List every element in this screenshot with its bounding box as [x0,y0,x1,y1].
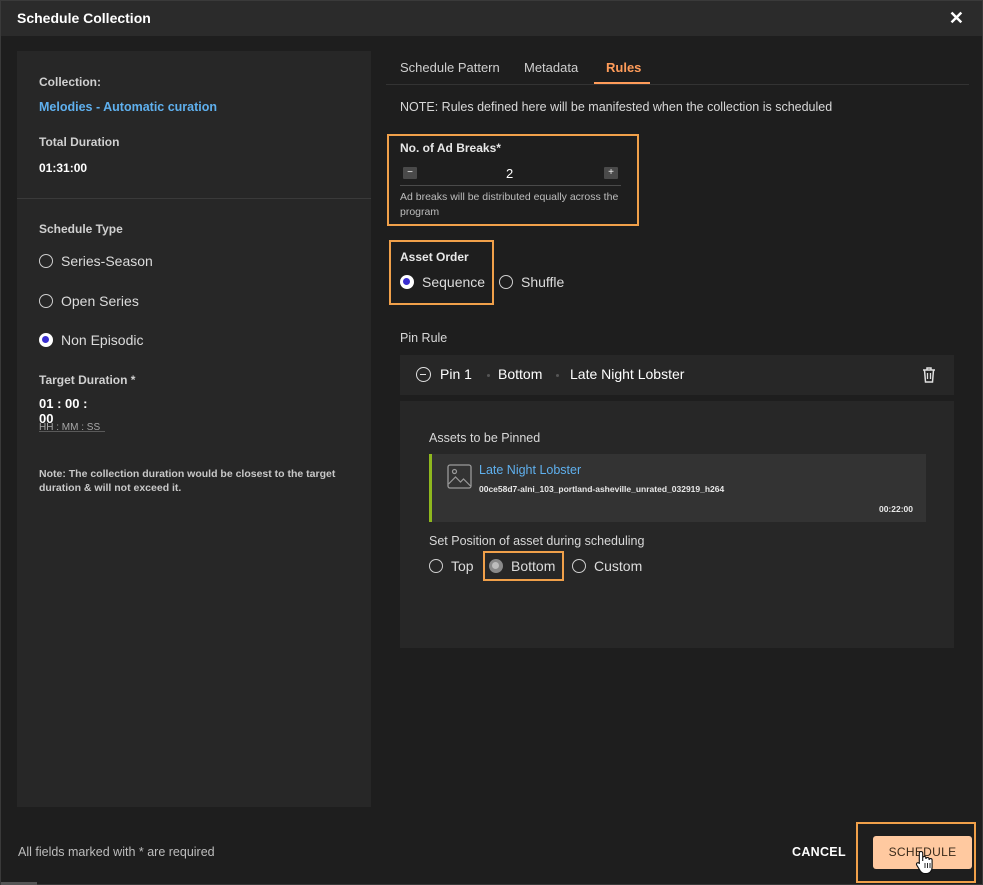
radio-icon [572,559,586,573]
rules-note: NOTE: Rules defined here will be manifes… [400,100,833,114]
position-bottom[interactable]: Bottom [489,558,555,574]
close-icon[interactable]: ✕ [949,8,964,28]
ad-breaks-stepper[interactable]: − 2 + [400,164,621,186]
asset-filename: 00ce58d7-alni_103_portland-asheville_unr… [479,484,725,494]
radio-icon [429,559,443,573]
pin-rule-header[interactable]: Pin 1 Bottom Late Night Lobster [400,355,954,395]
asset-order-label: Asset Order [400,250,469,264]
radio-label: Non Episodic [61,332,144,348]
radio-icon [39,294,53,308]
ad-breaks-label: No. of Ad Breaks* [400,141,501,155]
pin-position: Bottom [498,366,543,382]
radio-selected-icon [39,333,53,347]
collection-name-link[interactable]: Melodies - Automatic curation [39,100,217,114]
tab-metadata[interactable]: Metadata [524,60,578,75]
increment-button[interactable]: + [604,167,618,179]
tab-rules[interactable]: Rules [606,60,641,75]
schedule-type-series-season[interactable]: Series-Season [39,253,153,269]
radio-icon [499,275,513,289]
duration-note: Note: The collection duration would be c… [39,468,336,494]
dialog-titlebar: Schedule Collection ✕ [1,1,982,36]
pin-asset: Late Night Lobster [570,366,685,382]
total-duration-label: Total Duration [39,135,120,149]
total-duration-value: 01:31:00 [39,161,88,175]
ad-breaks-value[interactable]: 2 [506,166,513,181]
set-position-label: Set Position of asset during scheduling [429,534,645,548]
asset-title-link[interactable]: Late Night Lobster [479,463,581,477]
radio-label: Custom [594,558,643,574]
schedule-type-non-episodic[interactable]: Non Episodic [39,332,144,348]
radio-icon [39,254,53,268]
pin-name: Pin 1 [440,366,472,382]
divider [17,198,371,199]
target-duration-hint: HH : MM : SS [39,422,101,433]
collapse-icon[interactable] [416,367,431,382]
radio-label: Shuffle [521,274,565,290]
active-tab-indicator [594,82,650,84]
asset-order-shuffle[interactable]: Shuffle [499,274,564,290]
tab-schedule-pattern[interactable]: Schedule Pattern [400,60,500,75]
position-top[interactable]: Top [429,558,474,574]
radio-selected-icon [400,275,414,289]
required-fields-note: All fields marked with * are required [18,845,215,859]
trash-icon[interactable] [921,366,937,384]
decrement-button[interactable]: − [403,167,417,179]
schedule-type-label: Schedule Type [39,222,123,236]
radio-selected-icon [489,559,503,573]
cancel-button[interactable]: CANCEL [792,845,846,859]
radio-label: Open Series [61,293,139,309]
radio-label: Top [451,558,474,574]
radio-label: Bottom [511,558,556,574]
schedule-type-open-series[interactable]: Open Series [39,293,139,309]
radio-label: Sequence [422,274,486,290]
pinned-asset-card[interactable]: Late Night Lobster 00ce58d7-alni_103_por… [429,454,926,522]
hand-cursor-icon [915,850,933,875]
collection-summary-panel: Collection: Melodies - Automatic curatio… [17,51,371,807]
separator-dot [487,374,490,377]
ad-breaks-hint: Ad breaks will be distributed equally ac… [400,191,619,218]
asset-order-sequence[interactable]: Sequence [400,274,485,290]
separator-dot [556,374,559,377]
collection-label: Collection: [39,75,101,89]
radio-label: Series-Season [61,253,153,269]
target-duration-label: Target Duration * [39,373,136,387]
schedule-collection-dialog: Schedule Collection ✕ Collection: Melodi… [0,0,983,885]
assets-to-be-pinned-label: Assets to be Pinned [429,431,541,445]
asset-duration: 00:22:00 [878,504,913,514]
image-placeholder-icon [447,464,472,489]
dialog-title: Schedule Collection [17,10,151,26]
position-custom[interactable]: Custom [572,558,642,574]
tab-bar: Schedule Pattern Metadata Rules [386,51,969,85]
pin-rule-label: Pin Rule [400,331,448,345]
